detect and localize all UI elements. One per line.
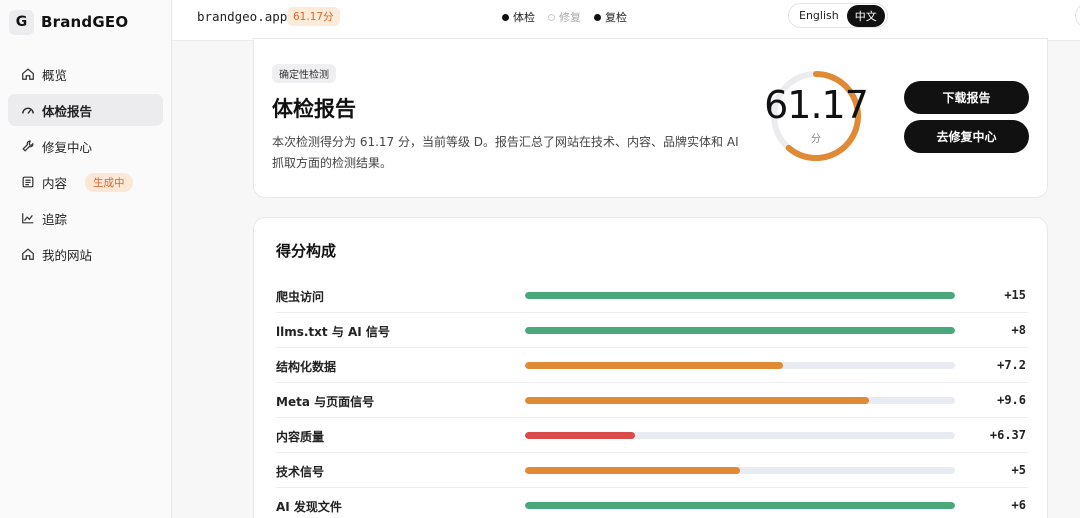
score-bar-track bbox=[525, 467, 955, 474]
score-row-value: +15 bbox=[1004, 288, 1026, 302]
user-menu-button[interactable] bbox=[1075, 3, 1080, 28]
generating-badge: 生成中 bbox=[85, 172, 133, 192]
score-gauge: 61.17 分 bbox=[764, 69, 869, 163]
sidebar-item-my-sites[interactable]: 我的网站 bbox=[8, 238, 163, 270]
score-row: AI 发现文件 +6 bbox=[276, 488, 1028, 518]
progress-steps: 体检 修复 复检 bbox=[502, 9, 640, 25]
score-row-label: llms.txt 与 AI 信号 bbox=[276, 325, 390, 339]
score-row: 结构化数据 +7.2 bbox=[276, 348, 1028, 383]
score-row: llms.txt 与 AI 信号 +8 bbox=[276, 313, 1028, 348]
score-bar-track bbox=[525, 397, 955, 404]
score-row-label: AI 发现文件 bbox=[276, 500, 342, 514]
step-dot-icon bbox=[548, 13, 555, 21]
sidebar-item-fix-center[interactable]: 修复中心 bbox=[8, 130, 163, 162]
sidebar-item-content[interactable]: 内容 生成中 bbox=[8, 166, 163, 198]
step-label: 体检 bbox=[513, 11, 535, 24]
score-bar-fill bbox=[525, 467, 740, 474]
score-row-value: +7.2 bbox=[997, 358, 1026, 372]
score-breakdown-card: 得分构成 爬虫访问 +15 llms.txt 与 AI 信号 +8 结构化数据 +7.2 M… bbox=[253, 217, 1048, 518]
sidebar-item-label: 内容 bbox=[42, 175, 68, 191]
sidebar-item-label: 我的网站 bbox=[42, 247, 93, 263]
score-row-label: 内容质量 bbox=[276, 430, 325, 444]
score-bar-track bbox=[525, 327, 955, 334]
score-row-value: +6 bbox=[1011, 498, 1026, 512]
score-pill: 61.17分 bbox=[287, 7, 340, 26]
score-bar-track bbox=[525, 362, 955, 369]
page-title: 体检报告 bbox=[272, 97, 356, 121]
score-rows: 爬虫访问 +15 llms.txt 与 AI 信号 +8 结构化数据 +7.2 Meta 与… bbox=[276, 278, 1028, 518]
score-bar-fill bbox=[525, 397, 869, 404]
score-row-label: 爬虫访问 bbox=[276, 290, 325, 304]
step-fix[interactable]: 修复 bbox=[548, 9, 581, 25]
lang-chinese-button[interactable]: 中文 bbox=[846, 4, 885, 27]
score-bar-fill bbox=[525, 432, 635, 439]
brand-name: BrandGEO bbox=[41, 13, 129, 31]
score-row: 内容质量 +6.37 bbox=[276, 418, 1028, 453]
sidebar-item-label: 体检报告 bbox=[42, 103, 93, 119]
lang-english-button[interactable]: English bbox=[791, 6, 847, 25]
trend-icon bbox=[21, 211, 35, 225]
sidebar-item-report[interactable]: 体检报告 bbox=[8, 94, 163, 126]
score-row-label: Meta 与页面信号 bbox=[276, 395, 375, 409]
sidebar: G BrandGEO 概览 体检报告 修复中心 内容 生成中 追踪 我的网站 bbox=[0, 0, 172, 518]
sidebar-item-label: 追踪 bbox=[42, 211, 68, 227]
step-dot-icon bbox=[594, 13, 601, 21]
score-row: Meta 与页面信号 +9.6 bbox=[276, 383, 1028, 418]
main-content: brandgeo.app 61.17分 体检 修复 复检 English 中文 bbox=[172, 0, 1080, 518]
gauge-icon bbox=[21, 103, 35, 117]
step-checkup[interactable]: 体检 bbox=[502, 9, 535, 25]
step-dot-icon bbox=[502, 13, 509, 21]
brand-logo: G bbox=[9, 9, 34, 35]
score-bar-track bbox=[525, 502, 955, 509]
score-unit: 分 bbox=[811, 134, 821, 145]
wrench-icon bbox=[21, 139, 35, 153]
score-bar-fill bbox=[525, 362, 783, 369]
score-value: 61.17 bbox=[764, 83, 869, 127]
report-description: 本次检测得分为 61.17 分，当前等级 D。报告汇总了网站在技术、内容、品牌实… bbox=[272, 135, 739, 170]
home-icon bbox=[21, 247, 35, 261]
go-fix-center-button[interactable]: 去修复中心 bbox=[904, 120, 1029, 153]
brand[interactable]: G BrandGEO bbox=[0, 0, 171, 44]
app-root: G BrandGEO 概览 体检报告 修复中心 内容 生成中 追踪 我的网站 b… bbox=[0, 0, 1080, 518]
sidebar-item-overview[interactable]: 概览 bbox=[8, 58, 163, 90]
sidebar-item-label: 概览 bbox=[42, 67, 68, 83]
language-switch: English 中文 bbox=[788, 3, 888, 28]
score-bar-track bbox=[525, 292, 955, 299]
sidebar-item-tracking[interactable]: 追踪 bbox=[8, 202, 163, 234]
score-row-label: 技术信号 bbox=[276, 465, 325, 479]
score-row-value: +9.6 bbox=[997, 393, 1026, 407]
sidebar-nav: 概览 体检报告 修复中心 内容 生成中 追踪 我的网站 bbox=[0, 58, 171, 270]
section-title: 得分构成 bbox=[276, 242, 337, 260]
score-row-value: +6.37 bbox=[989, 428, 1026, 442]
step-label: 修复 bbox=[559, 11, 581, 24]
home-icon bbox=[21, 67, 35, 81]
report-card: 确定性检测 体检报告 本次检测得分为 61.17 分，当前等级 D。报告汇总了网… bbox=[253, 38, 1048, 198]
site-domain: brandgeo.app bbox=[197, 9, 288, 24]
topbar: brandgeo.app 61.17分 体检 修复 复检 English 中文 bbox=[172, 0, 1080, 41]
document-icon bbox=[21, 175, 35, 189]
detection-tag: 确定性检测 bbox=[272, 64, 336, 83]
sidebar-item-label: 修复中心 bbox=[42, 139, 93, 155]
score-row-label: 结构化数据 bbox=[276, 360, 337, 374]
score-bar-fill bbox=[525, 292, 955, 299]
score-bar-track bbox=[525, 432, 955, 439]
score-row: 爬虫访问 +15 bbox=[276, 278, 1028, 313]
score-bar-fill bbox=[525, 327, 955, 334]
step-label: 复检 bbox=[605, 11, 627, 24]
score-bar-fill bbox=[525, 502, 955, 509]
download-report-button[interactable]: 下载报告 bbox=[904, 81, 1029, 114]
score-row-value: +5 bbox=[1011, 463, 1026, 477]
score-row: 技术信号 +5 bbox=[276, 453, 1028, 488]
score-row-value: +8 bbox=[1011, 323, 1026, 337]
step-recheck[interactable]: 复检 bbox=[594, 9, 627, 25]
